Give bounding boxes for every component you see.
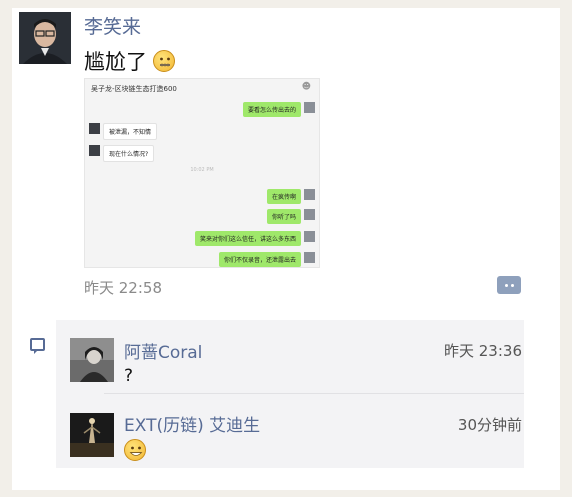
- post-text: 尴尬了: [84, 46, 175, 76]
- comment-time: 昨天 23:36: [444, 342, 522, 360]
- post-timestamp: 昨天 22:58: [84, 279, 162, 297]
- commenter-avatar[interactable]: [70, 413, 114, 457]
- screenshot-avatar: [304, 209, 315, 220]
- grinning-face-icon: [124, 439, 146, 461]
- screenshot-avatar: [89, 123, 100, 134]
- comment-icon: [30, 338, 45, 354]
- screenshot-chat-title: 吴子龙-区块链生态打造600: [91, 85, 177, 93]
- commenter-avatar[interactable]: [70, 338, 114, 382]
- commenter-name[interactable]: EXT(历链) 艾迪生: [124, 411, 260, 436]
- screenshot-avatar: [89, 145, 100, 156]
- screenshot-timestamp: 10:02 PM: [190, 167, 214, 173]
- comment-text: ?: [124, 366, 134, 386]
- commenter-name[interactable]: 阿蔷Coral: [124, 338, 202, 363]
- comment-divider: [104, 393, 524, 394]
- screenshot-message: 你听了吗: [266, 209, 301, 224]
- screenshot-avatar: [304, 189, 315, 200]
- screenshot-avatar: [304, 231, 315, 242]
- more-dots-icon[interactable]: [497, 276, 521, 294]
- author-avatar[interactable]: [19, 12, 71, 64]
- post-text-content: 尴尬了: [84, 50, 147, 74]
- zipper-mouth-face-icon: [153, 50, 175, 72]
- chat-screenshot-image[interactable]: 吴子龙-区块链生态打造600 ☻ 要看怎么传出去的 被泄漏，不知情 现在什么情况…: [84, 78, 320, 268]
- author-name[interactable]: 李笑来: [84, 12, 141, 39]
- screenshot-message: 要看怎么传出去的: [242, 102, 301, 117]
- screenshot-avatar: [304, 252, 315, 263]
- screenshot-message: 现在什么情况?: [103, 145, 155, 162]
- person-icon: ☻: [301, 82, 311, 92]
- screenshot-message: 笑来对你们这么信任，讲这么多东西: [194, 231, 301, 246]
- screenshot-avatar: [304, 102, 315, 113]
- screenshot-message: 在疯传啊: [266, 189, 301, 204]
- comment-time: 30分钟前: [457, 416, 522, 434]
- screenshot-message: 被泄漏，不知情: [103, 123, 158, 140]
- screenshot-message: 你们不仅录音，还泄露出去: [218, 252, 301, 267]
